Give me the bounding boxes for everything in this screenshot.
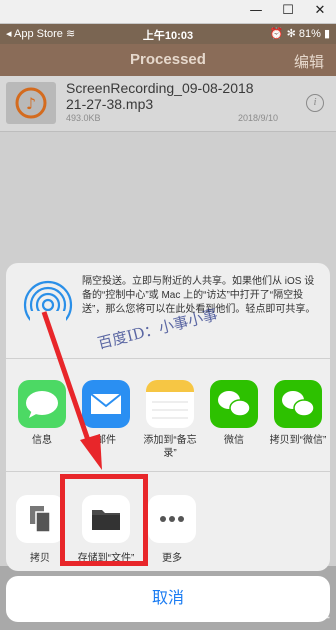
file-name: ScreenRecording_09-08-2018 21-27-38.mp3	[66, 80, 254, 112]
share-app-wechat-copy[interactable]: 拷贝到“微信”	[268, 380, 328, 447]
wechat-copy-icon	[274, 380, 322, 428]
share-app-wechat[interactable]: 微信	[204, 380, 264, 447]
share-app-messages[interactable]: 信息	[12, 380, 72, 447]
copy-icon	[16, 495, 64, 543]
share-apps-row: 信息 邮件 添加到“备忘录” 微信 拷贝到“微信”	[6, 360, 330, 472]
page-title: Processed	[130, 51, 206, 68]
more-action[interactable]: 更多	[140, 495, 204, 564]
minimize-button[interactable]: —	[246, 2, 266, 20]
airdrop-section: 隔空投送。立即与附近的人共享。如果他们从 iOS 设备的“控制中心”或 Mac …	[6, 263, 330, 359]
share-app-notes[interactable]: 添加到“备忘录”	[140, 380, 200, 460]
file-size: 493.0KB	[66, 113, 101, 123]
messages-icon	[18, 380, 66, 428]
app-label: 邮件	[96, 435, 116, 446]
window-titlebar: — ☐ ✕	[0, 0, 336, 24]
svg-text:♪: ♪	[26, 94, 36, 113]
file-row[interactable]: ♪ ScreenRecording_09-08-2018 21-27-38.mp…	[0, 76, 336, 132]
close-button[interactable]: ✕	[310, 2, 330, 20]
wechat-icon	[210, 380, 258, 428]
highlight-box	[60, 474, 148, 566]
battery-status: ⏰ ✻ 81% ▮	[269, 28, 330, 40]
action-label: 更多	[162, 553, 182, 564]
nav-bar: Processed 编辑	[0, 44, 336, 76]
baidu-watermark: Bai 经验	[272, 604, 330, 621]
app-label: 信息	[32, 435, 52, 446]
app-label: 添加到“备忘录”	[143, 435, 197, 459]
status-bar: ◂ App Store ≋ 上午10:03 ⏰ ✻ 81% ▮	[0, 24, 336, 44]
edit-button[interactable]: 编辑	[294, 51, 324, 72]
share-app-mail[interactable]: 邮件	[76, 380, 136, 447]
file-date: 2018/9/10	[237, 113, 278, 123]
share-actions-row: 拷贝 存储到“文件” 更多	[6, 473, 330, 571]
app-label: 微信	[224, 435, 244, 446]
share-sheet: 隔空投送。立即与附近的人共享。如果他们从 iOS 设备的“控制中心”或 Mac …	[6, 263, 330, 571]
info-icon[interactable]: i	[306, 94, 324, 112]
music-file-icon: ♪	[6, 82, 56, 124]
airdrop-icon[interactable]	[22, 279, 74, 331]
notes-icon	[146, 380, 194, 428]
mail-icon	[82, 380, 130, 428]
app-label: 拷贝到“微信”	[269, 435, 327, 446]
more-icon	[148, 495, 196, 543]
maximize-button[interactable]: ☐	[278, 2, 298, 20]
